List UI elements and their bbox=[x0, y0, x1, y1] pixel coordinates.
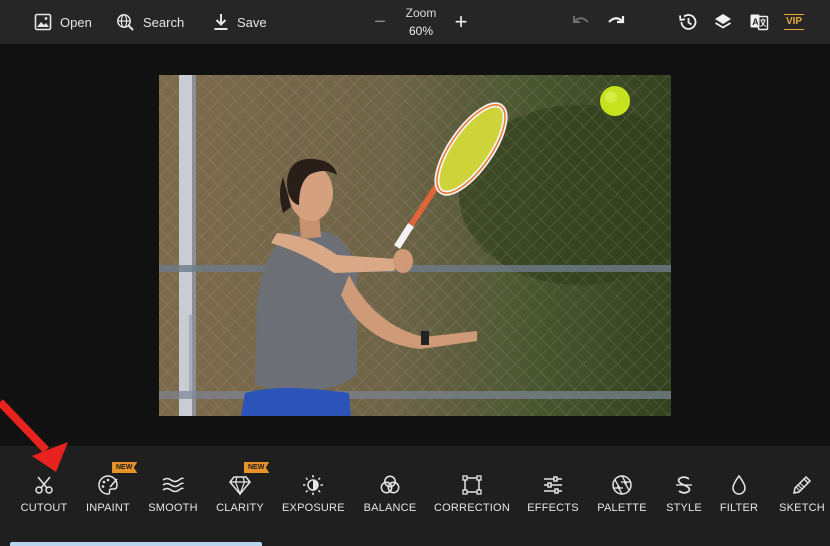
tool-correction[interactable]: CORRECTION bbox=[434, 474, 510, 524]
image-icon bbox=[34, 13, 52, 31]
translate-icon[interactable]: A bbox=[748, 11, 770, 33]
undo-icon[interactable] bbox=[570, 11, 592, 33]
zoom-control: − Zoom 60% + bbox=[370, 0, 480, 44]
sun-contrast-icon bbox=[282, 474, 344, 496]
tools-toolbar: CUTOUT NEW INPAINT SMOOTH NEW CLARITY EX… bbox=[0, 446, 830, 546]
tool-label: SMOOTH bbox=[148, 502, 198, 514]
tool-label: CORRECTION bbox=[434, 502, 510, 514]
save-label: Save bbox=[237, 14, 267, 30]
globe-search-icon bbox=[116, 13, 135, 32]
tool-label: SKETCH bbox=[779, 502, 825, 514]
tool-label: CLARITY bbox=[216, 502, 264, 514]
tool-inpaint[interactable]: INPAINT bbox=[84, 474, 132, 524]
tool-label: BALANCE bbox=[363, 502, 417, 514]
scissors-icon bbox=[18, 474, 70, 496]
save-button[interactable]: Save bbox=[213, 0, 267, 44]
vip-button[interactable]: VIP bbox=[784, 14, 804, 30]
tool-clarity[interactable]: CLARITY bbox=[215, 474, 265, 524]
sliders-icon bbox=[527, 474, 579, 496]
tool-sketch[interactable]: SKETCH bbox=[776, 474, 828, 524]
layers-icon[interactable] bbox=[712, 11, 734, 33]
palette-brush-icon bbox=[84, 474, 132, 496]
zoom-label: Zoom bbox=[405, 6, 437, 20]
history-icon[interactable] bbox=[677, 11, 699, 33]
tool-effects[interactable]: EFFECTS bbox=[527, 474, 579, 524]
color-circles-icon bbox=[362, 474, 418, 496]
waves-icon bbox=[147, 474, 199, 496]
zoom-value: 60% bbox=[408, 24, 434, 38]
tool-exposure[interactable]: EXPOSURE bbox=[282, 474, 345, 524]
scroll-indicator bbox=[10, 542, 262, 546]
tool-label: PALETTE bbox=[597, 502, 647, 514]
pencil-icon bbox=[776, 474, 828, 496]
editor-canvas bbox=[0, 44, 830, 446]
zoom-in-button[interactable]: + bbox=[452, 11, 470, 33]
edited-photo[interactable] bbox=[159, 75, 671, 416]
zoom-out-button[interactable]: − bbox=[372, 12, 388, 32]
open-label: Open bbox=[60, 14, 92, 30]
top-toolbar: Open Search Save − Zoom 60% + A VIP bbox=[0, 0, 830, 44]
search-label: Search bbox=[143, 14, 185, 30]
download-icon bbox=[213, 13, 229, 31]
tool-cutout[interactable]: CUTOUT bbox=[18, 474, 70, 524]
tool-palette[interactable]: PALETTE bbox=[597, 474, 647, 524]
tool-label: STYLE bbox=[666, 502, 702, 514]
tool-filter[interactable]: FILTER bbox=[719, 474, 759, 524]
style-s-icon bbox=[664, 474, 704, 496]
tool-label: EXPOSURE bbox=[282, 502, 345, 514]
new-badge: NEW bbox=[112, 462, 138, 473]
open-button[interactable]: Open bbox=[34, 0, 92, 44]
crop-frame-icon bbox=[434, 474, 510, 496]
tool-label: FILTER bbox=[719, 502, 759, 514]
diamond-icon bbox=[215, 474, 265, 496]
tool-style[interactable]: STYLE bbox=[664, 474, 704, 524]
drop-icon bbox=[719, 474, 759, 496]
tool-label: EFFECTS bbox=[527, 502, 579, 514]
search-button[interactable]: Search bbox=[116, 0, 184, 44]
aperture-icon bbox=[597, 474, 647, 496]
redo-icon[interactable] bbox=[605, 11, 627, 33]
tool-label: INPAINT bbox=[86, 502, 130, 514]
new-badge: NEW bbox=[244, 462, 270, 473]
tool-balance[interactable]: BALANCE bbox=[362, 474, 418, 524]
tool-label: CUTOUT bbox=[20, 502, 68, 514]
tool-smooth[interactable]: SMOOTH bbox=[147, 474, 199, 524]
